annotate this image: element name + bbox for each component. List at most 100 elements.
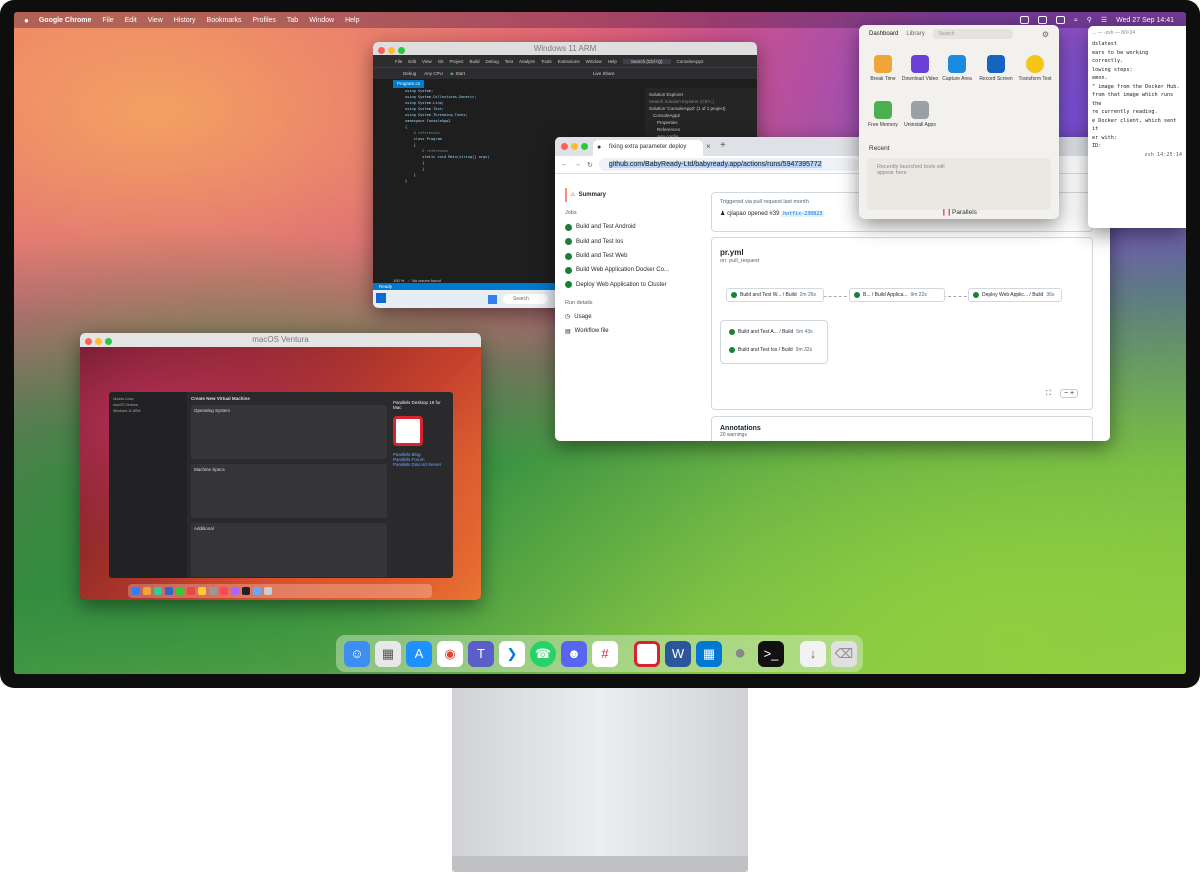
close-icon[interactable]: [561, 143, 568, 150]
mail-icon[interactable]: [165, 587, 173, 595]
close-icon[interactable]: [378, 47, 385, 54]
tool-break-time[interactable]: Break Time: [863, 55, 903, 82]
trash-icon[interactable]: [264, 587, 272, 595]
taskbar-search[interactable]: Search: [503, 294, 548, 304]
graph-job[interactable]: Deploy Web Applic... / Build 36s: [968, 288, 1062, 302]
messages-icon[interactable]: [176, 587, 184, 595]
project-node[interactable]: ConsoleApp2: [649, 112, 753, 119]
parallels-control-center[interactable]: Ubuntu Linux macOS Ventura Windows 11 AR…: [109, 392, 453, 578]
graph-job[interactable]: Build and Test A... / Build 5m 43s: [725, 325, 823, 339]
usage-link[interactable]: ◷ Usage: [565, 310, 685, 324]
vs-menu-file[interactable]: File: [395, 59, 402, 64]
calendar-icon[interactable]: [187, 587, 195, 595]
back-icon[interactable]: ←: [561, 161, 568, 168]
terminal-icon[interactable]: >_: [758, 640, 784, 667]
zoom-icon[interactable]: [105, 338, 112, 345]
solution-search[interactable]: Search Solution Explorer (Ctrl+;): [649, 98, 753, 105]
vs-menu-analyze[interactable]: Analyze: [519, 59, 535, 64]
graph-job[interactable]: B... / Build Applica... 9m 22s: [849, 288, 945, 302]
vm-item[interactable]: Windows 11 ARM: [113, 408, 183, 414]
vs-menu-build[interactable]: Build: [470, 59, 480, 64]
tab-close-icon[interactable]: ×: [706, 142, 711, 151]
toolbox-search-input[interactable]: Search: [932, 29, 1013, 39]
vs-menu-edit[interactable]: Edit: [408, 59, 416, 64]
settings-icon[interactable]: [209, 587, 217, 595]
discord-icon[interactable]: ☻: [561, 640, 587, 667]
tool-free-memory[interactable]: Free Memory: [863, 101, 903, 128]
menu-file[interactable]: File: [102, 17, 113, 24]
menu-view[interactable]: View: [148, 17, 163, 24]
vs-menu-project[interactable]: Project: [449, 59, 463, 64]
slack-icon[interactable]: #: [592, 640, 618, 667]
task-view-icon[interactable]: [376, 293, 386, 303]
tool-download-video[interactable]: Download Video: [900, 55, 940, 82]
workflow-file-link[interactable]: ▤ Workflow file: [565, 324, 685, 338]
chrome-icon[interactable]: ◉: [437, 640, 463, 667]
active-tab[interactable]: ● fixing extra parameter deploy: [593, 140, 703, 156]
tree-item[interactable]: References: [649, 126, 753, 133]
tab-dashboard[interactable]: Dashboard: [869, 31, 898, 37]
vs-menu-view[interactable]: View: [422, 59, 432, 64]
job-item[interactable]: Build and Test Android: [565, 220, 685, 234]
parallels-toolbox-popover[interactable]: Dashboard Library Search ⚙ Break Time Do…: [859, 25, 1059, 219]
tool-uninstall-apps[interactable]: Uninstall Apps: [900, 101, 940, 128]
job-item[interactable]: Build Web Application Docker Co...: [565, 263, 685, 277]
menu-edit[interactable]: Edit: [125, 17, 137, 24]
job-item[interactable]: Build and Test Ios: [565, 235, 685, 249]
tree-item[interactable]: Properties: [649, 119, 753, 126]
vscode-icon[interactable]: ❯: [499, 640, 525, 667]
vs-menu-help[interactable]: Help: [608, 59, 617, 64]
menu-profiles[interactable]: Profiles: [253, 17, 276, 24]
os-panel[interactable]: Operating System: [191, 405, 387, 459]
discord-link[interactable]: Parallels Discord Server: [393, 462, 449, 467]
job-item[interactable]: Deploy Web Application to Cluster: [565, 277, 685, 291]
zoom-icon[interactable]: [581, 143, 588, 150]
tool-capture-area[interactable]: Capture Area: [937, 55, 977, 82]
menu-help[interactable]: Help: [345, 17, 359, 24]
address-bar[interactable]: github.com/BabyReady-Ltd/babyready.app/a…: [598, 158, 859, 171]
podcasts-icon[interactable]: [231, 587, 239, 595]
start-button[interactable]: ▶ Start: [451, 71, 465, 77]
forward-icon[interactable]: →: [574, 161, 581, 168]
menu-app-name[interactable]: Google Chrome: [39, 17, 92, 24]
reload-icon[interactable]: ↻: [587, 161, 593, 169]
vs-menu-test[interactable]: Test: [505, 59, 513, 64]
terminal-icon[interactable]: [242, 587, 250, 595]
vs-menu-tools[interactable]: Tools: [541, 59, 552, 64]
downloads-icon[interactable]: ↓: [800, 640, 826, 667]
solution-node[interactable]: Solution 'ConsoleApp2' (1 of 1 project): [649, 105, 753, 112]
parallels-desktop-icon[interactable]: [634, 640, 660, 667]
tool-transform-text[interactable]: Transform Text: [1015, 55, 1055, 82]
folder-icon[interactable]: [253, 587, 261, 595]
launchpad-icon[interactable]: ▦: [375, 640, 401, 667]
trash-icon[interactable]: ⌫: [831, 640, 857, 667]
apple-menu-icon[interactable]: ●: [24, 16, 29, 25]
parallels-toolbox-icon[interactable]: [1019, 16, 1029, 24]
graph-job[interactable]: Build and Test W... / Build 2m 26s: [726, 288, 824, 302]
minimize-icon[interactable]: [388, 47, 395, 54]
safari-icon[interactable]: [154, 587, 162, 595]
trigger-user[interactable]: cjlapao opened #39: [727, 211, 779, 217]
additional-panel[interactable]: Additional: [191, 523, 387, 577]
specs-panel[interactable]: Machine Specs: [191, 464, 387, 518]
display-icon[interactable]: [1037, 16, 1047, 24]
menu-history[interactable]: History: [174, 17, 196, 24]
vs-menu-debug[interactable]: Debug: [486, 59, 499, 64]
vs-menu-window[interactable]: Window: [586, 59, 602, 64]
launchpad-icon[interactable]: [143, 587, 151, 595]
zoom-icon[interactable]: [398, 47, 405, 54]
whatsapp-icon[interactable]: ☎: [530, 640, 556, 667]
clock[interactable]: Wed 27 Sep 14:41: [1116, 17, 1174, 24]
close-icon[interactable]: [85, 338, 92, 345]
menu-bookmarks[interactable]: Bookmarks: [207, 17, 242, 24]
tool-record-screen[interactable]: Record Screen: [976, 55, 1016, 82]
branch-badge[interactable]: hotfix-230823: [781, 211, 825, 217]
terminal-window[interactable]: ... — -zsh — 80×24 dslatest ears to be w…: [1088, 26, 1186, 228]
minimize-icon[interactable]: [571, 143, 578, 150]
live-share-button[interactable]: Live Share: [593, 71, 615, 76]
new-tab-icon[interactable]: +: [720, 140, 726, 151]
editor-tab[interactable]: Program.cs: [393, 80, 425, 88]
notes-icon[interactable]: [198, 587, 206, 595]
wifi-icon[interactable]: ≈: [1074, 17, 1078, 24]
job-item[interactable]: Build and Test Web: [565, 249, 685, 263]
